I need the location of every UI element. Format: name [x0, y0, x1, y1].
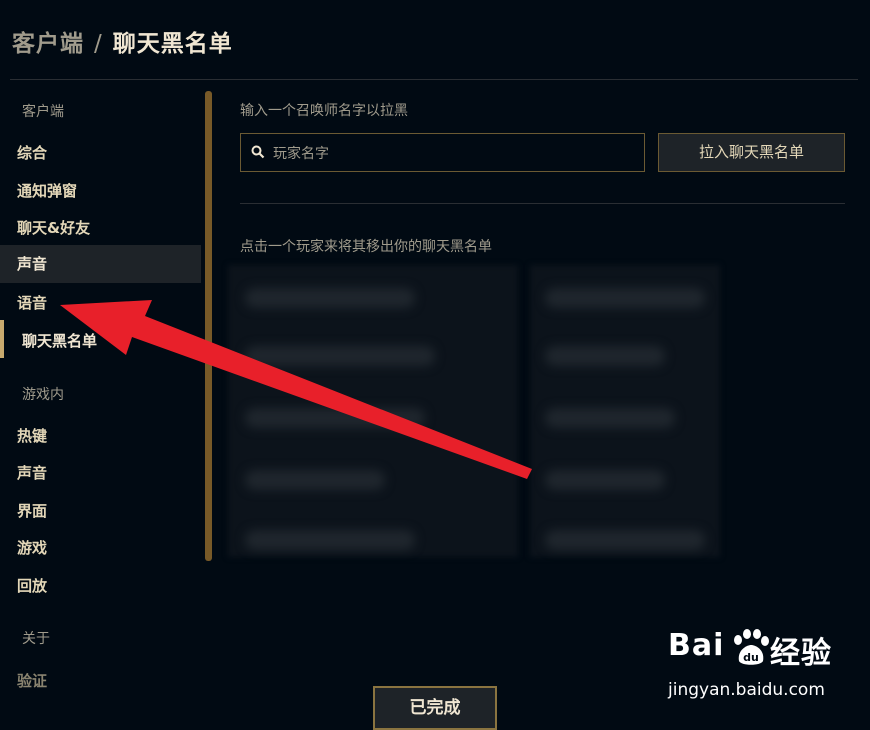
- blurred-player-row[interactable]: [245, 470, 385, 490]
- breadcrumb-parent: 客户端: [12, 31, 84, 57]
- sidebar-item-notifications[interactable]: 通知弹窗: [17, 180, 77, 201]
- done-button[interactable]: 已完成: [373, 686, 497, 730]
- watermark-brand-left: Bai: [668, 628, 725, 663]
- sidebar-item-chat-blacklist[interactable]: 聊天黑名单: [22, 330, 97, 351]
- sidebar-item-sound[interactable]: 声音: [0, 245, 201, 283]
- sidebar-item-replay[interactable]: 回放: [17, 575, 47, 596]
- baidu-jingyan-watermark: Bai du 经验 jingyan.baidu.com: [668, 628, 858, 708]
- sidebar-item-chat-friends[interactable]: 聊天&好友: [17, 217, 90, 238]
- blurred-player-row[interactable]: [545, 346, 665, 366]
- breadcrumb: 客户端 / 聊天黑名单: [12, 24, 233, 58]
- svg-text:du: du: [743, 651, 759, 664]
- section-label-ingame: 游戏内: [22, 387, 64, 403]
- sidebar-item-verify[interactable]: 验证: [17, 670, 47, 691]
- sidebar-item-game-sound[interactable]: 声音: [17, 462, 47, 483]
- watermark-brand-right: 经验: [770, 636, 832, 671]
- header-divider: [10, 79, 858, 80]
- watermark-url: jingyan.baidu.com: [668, 680, 825, 700]
- blurred-player-row[interactable]: [245, 408, 425, 428]
- blurred-player-row[interactable]: [545, 470, 665, 490]
- section-label-about: 关于: [22, 631, 50, 647]
- paw-icon: du: [734, 629, 769, 665]
- blurred-player-row[interactable]: [545, 530, 705, 550]
- sidebar-item-hotkeys[interactable]: 热键: [17, 425, 47, 446]
- blurred-player-row[interactable]: [245, 530, 415, 550]
- blurred-player-row[interactable]: [245, 346, 435, 366]
- player-search-box: [240, 133, 645, 173]
- content-divider: [240, 203, 845, 204]
- selected-indicator: [0, 320, 4, 358]
- sidebar-item-interface[interactable]: 界面: [17, 500, 47, 521]
- block-prompt-label: 输入一个召唤师名字以拉黑: [240, 103, 408, 119]
- sidebar-item-voice[interactable]: 语音: [17, 292, 47, 313]
- section-label-client: 客户端: [22, 104, 64, 120]
- blurred-player-row[interactable]: [545, 288, 705, 308]
- breadcrumb-separator: /: [94, 31, 103, 57]
- sidebar-scrollbar[interactable]: [205, 91, 212, 561]
- blurred-player-row[interactable]: [245, 288, 415, 308]
- blurred-player-row[interactable]: [545, 408, 675, 428]
- add-to-blacklist-button[interactable]: 拉入聊天黑名单: [658, 133, 845, 172]
- remove-hint-label: 点击一个玩家来将其移出你的聊天黑名单: [240, 239, 492, 255]
- sidebar-item-game[interactable]: 游戏: [17, 537, 47, 558]
- sidebar-item-general[interactable]: 综合: [17, 142, 47, 163]
- player-name-input[interactable]: [271, 134, 635, 173]
- page-title: 聊天黑名单: [112, 31, 233, 57]
- search-icon: [251, 145, 265, 159]
